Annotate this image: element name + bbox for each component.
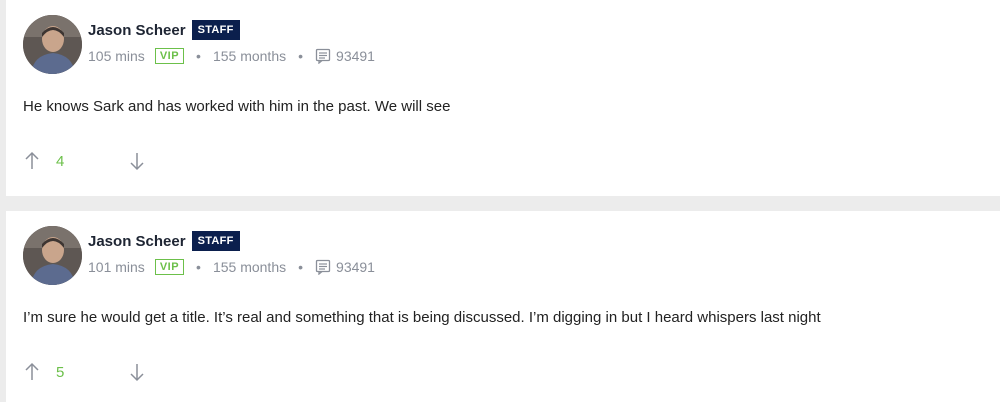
arrow-down-icon[interactable] [128,151,146,171]
staff-badge: STAFF [191,231,240,251]
member-duration: 155 months [212,259,287,275]
message-icon [315,48,331,64]
author-row: Jason Scheer STAFF [88,229,240,253]
comment-card: Jason Scheer STAFF 101 mins VIP • 155 mo… [6,211,1000,402]
member-duration: 155 months [212,48,287,64]
author-name[interactable]: Jason Scheer [88,22,186,39]
comment-text: I’m sure he would get a title. It’s real… [23,309,821,326]
arrow-up-icon[interactable] [23,362,41,382]
separator-dot: • [298,48,304,64]
separator-dot: • [196,48,201,64]
time-ago: 105 mins [88,48,145,64]
staff-badge: STAFF [191,20,240,40]
comment-card: Jason Scheer STAFF 105 mins VIP • 155 mo… [6,0,1000,196]
vip-badge: VIP [154,259,185,275]
comment-meta: 105 mins VIP • 155 months • 93491 [88,46,375,66]
message-icon [315,259,331,275]
author-row: Jason Scheer STAFF [88,18,240,42]
author-name[interactable]: Jason Scheer [88,233,186,250]
avatar[interactable] [23,15,82,74]
post-count: 93491 [336,259,375,275]
time-ago: 101 mins [88,259,145,275]
vip-badge: VIP [154,48,185,64]
vote-count: 5 [56,363,65,381]
post-count: 93491 [336,48,375,64]
vote-controls: 4 [23,150,146,172]
arrow-down-icon[interactable] [128,362,146,382]
comment-list: Jason Scheer STAFF 105 mins VIP • 155 mo… [0,0,1000,402]
comment-meta: 101 mins VIP • 155 months • 93491 [88,257,375,277]
separator-dot: • [298,259,304,275]
avatar[interactable] [23,226,82,285]
vote-controls: 5 [23,361,146,383]
vote-count: 4 [56,152,65,170]
arrow-up-icon[interactable] [23,151,41,171]
separator-dot: • [196,259,201,275]
comment-text: He knows Sark and has worked with him in… [23,98,451,115]
